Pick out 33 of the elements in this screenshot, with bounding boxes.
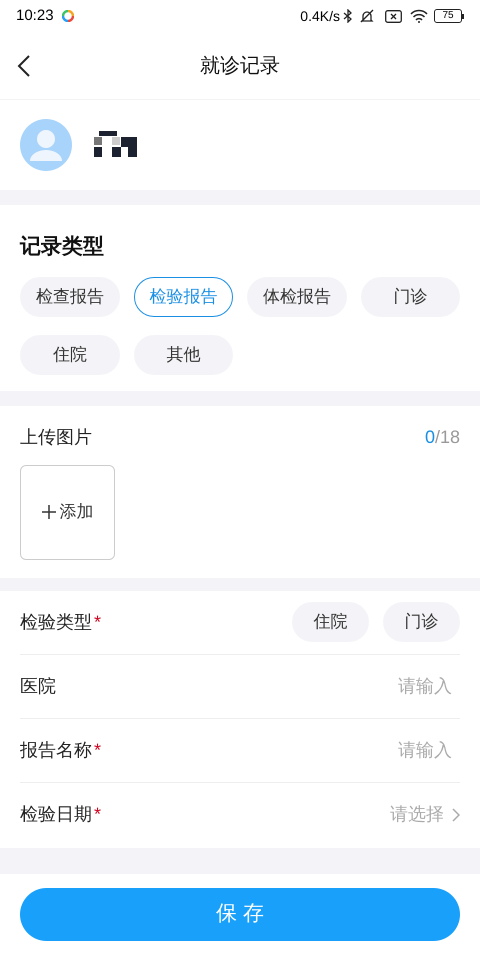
input-field[interactable]: 请输入	[300, 736, 460, 764]
option-chip[interactable]: 检查报告	[20, 276, 120, 316]
option-chip[interactable]: 门诊	[383, 602, 460, 642]
required-mark: *	[94, 738, 102, 762]
page-title: 就诊记录	[200, 54, 280, 78]
avatar-icon	[20, 119, 72, 171]
required-mark: *	[94, 803, 102, 826]
section-title: 记录类型	[20, 234, 105, 260]
back-icon[interactable]	[16, 54, 32, 78]
field-label: 检验类型	[20, 610, 92, 634]
required-mark: *	[94, 610, 102, 634]
option-chip[interactable]: 体检报告	[247, 276, 346, 316]
option-chip[interactable]: 门诊	[360, 276, 460, 316]
battery-icon: 75	[434, 9, 464, 23]
field-label: 报告名称	[20, 738, 92, 762]
network-speed: 0.4K/s	[300, 6, 340, 26]
input-field[interactable]: 请输入	[300, 672, 460, 700]
status-time: 10:23	[16, 6, 54, 26]
add-image-button[interactable]: 添加	[20, 464, 115, 560]
option-chip[interactable]: 其他	[134, 334, 233, 374]
wifi-icon	[410, 9, 428, 23]
sim-off-icon	[385, 10, 402, 22]
chevron-right-icon	[452, 808, 460, 822]
bluetooth-icon	[343, 9, 353, 23]
option-chip[interactable]: 住院	[20, 334, 120, 374]
field-label: 检验日期	[20, 803, 92, 826]
field-label: 医院	[20, 674, 56, 698]
option-chip[interactable]: 住院	[292, 602, 369, 642]
image-count: 0/18	[424, 426, 460, 448]
plus-icon	[42, 505, 56, 519]
section-title: 上传图片	[20, 426, 92, 448]
app-logo-icon	[62, 10, 74, 22]
bell-muted-icon	[359, 8, 375, 24]
